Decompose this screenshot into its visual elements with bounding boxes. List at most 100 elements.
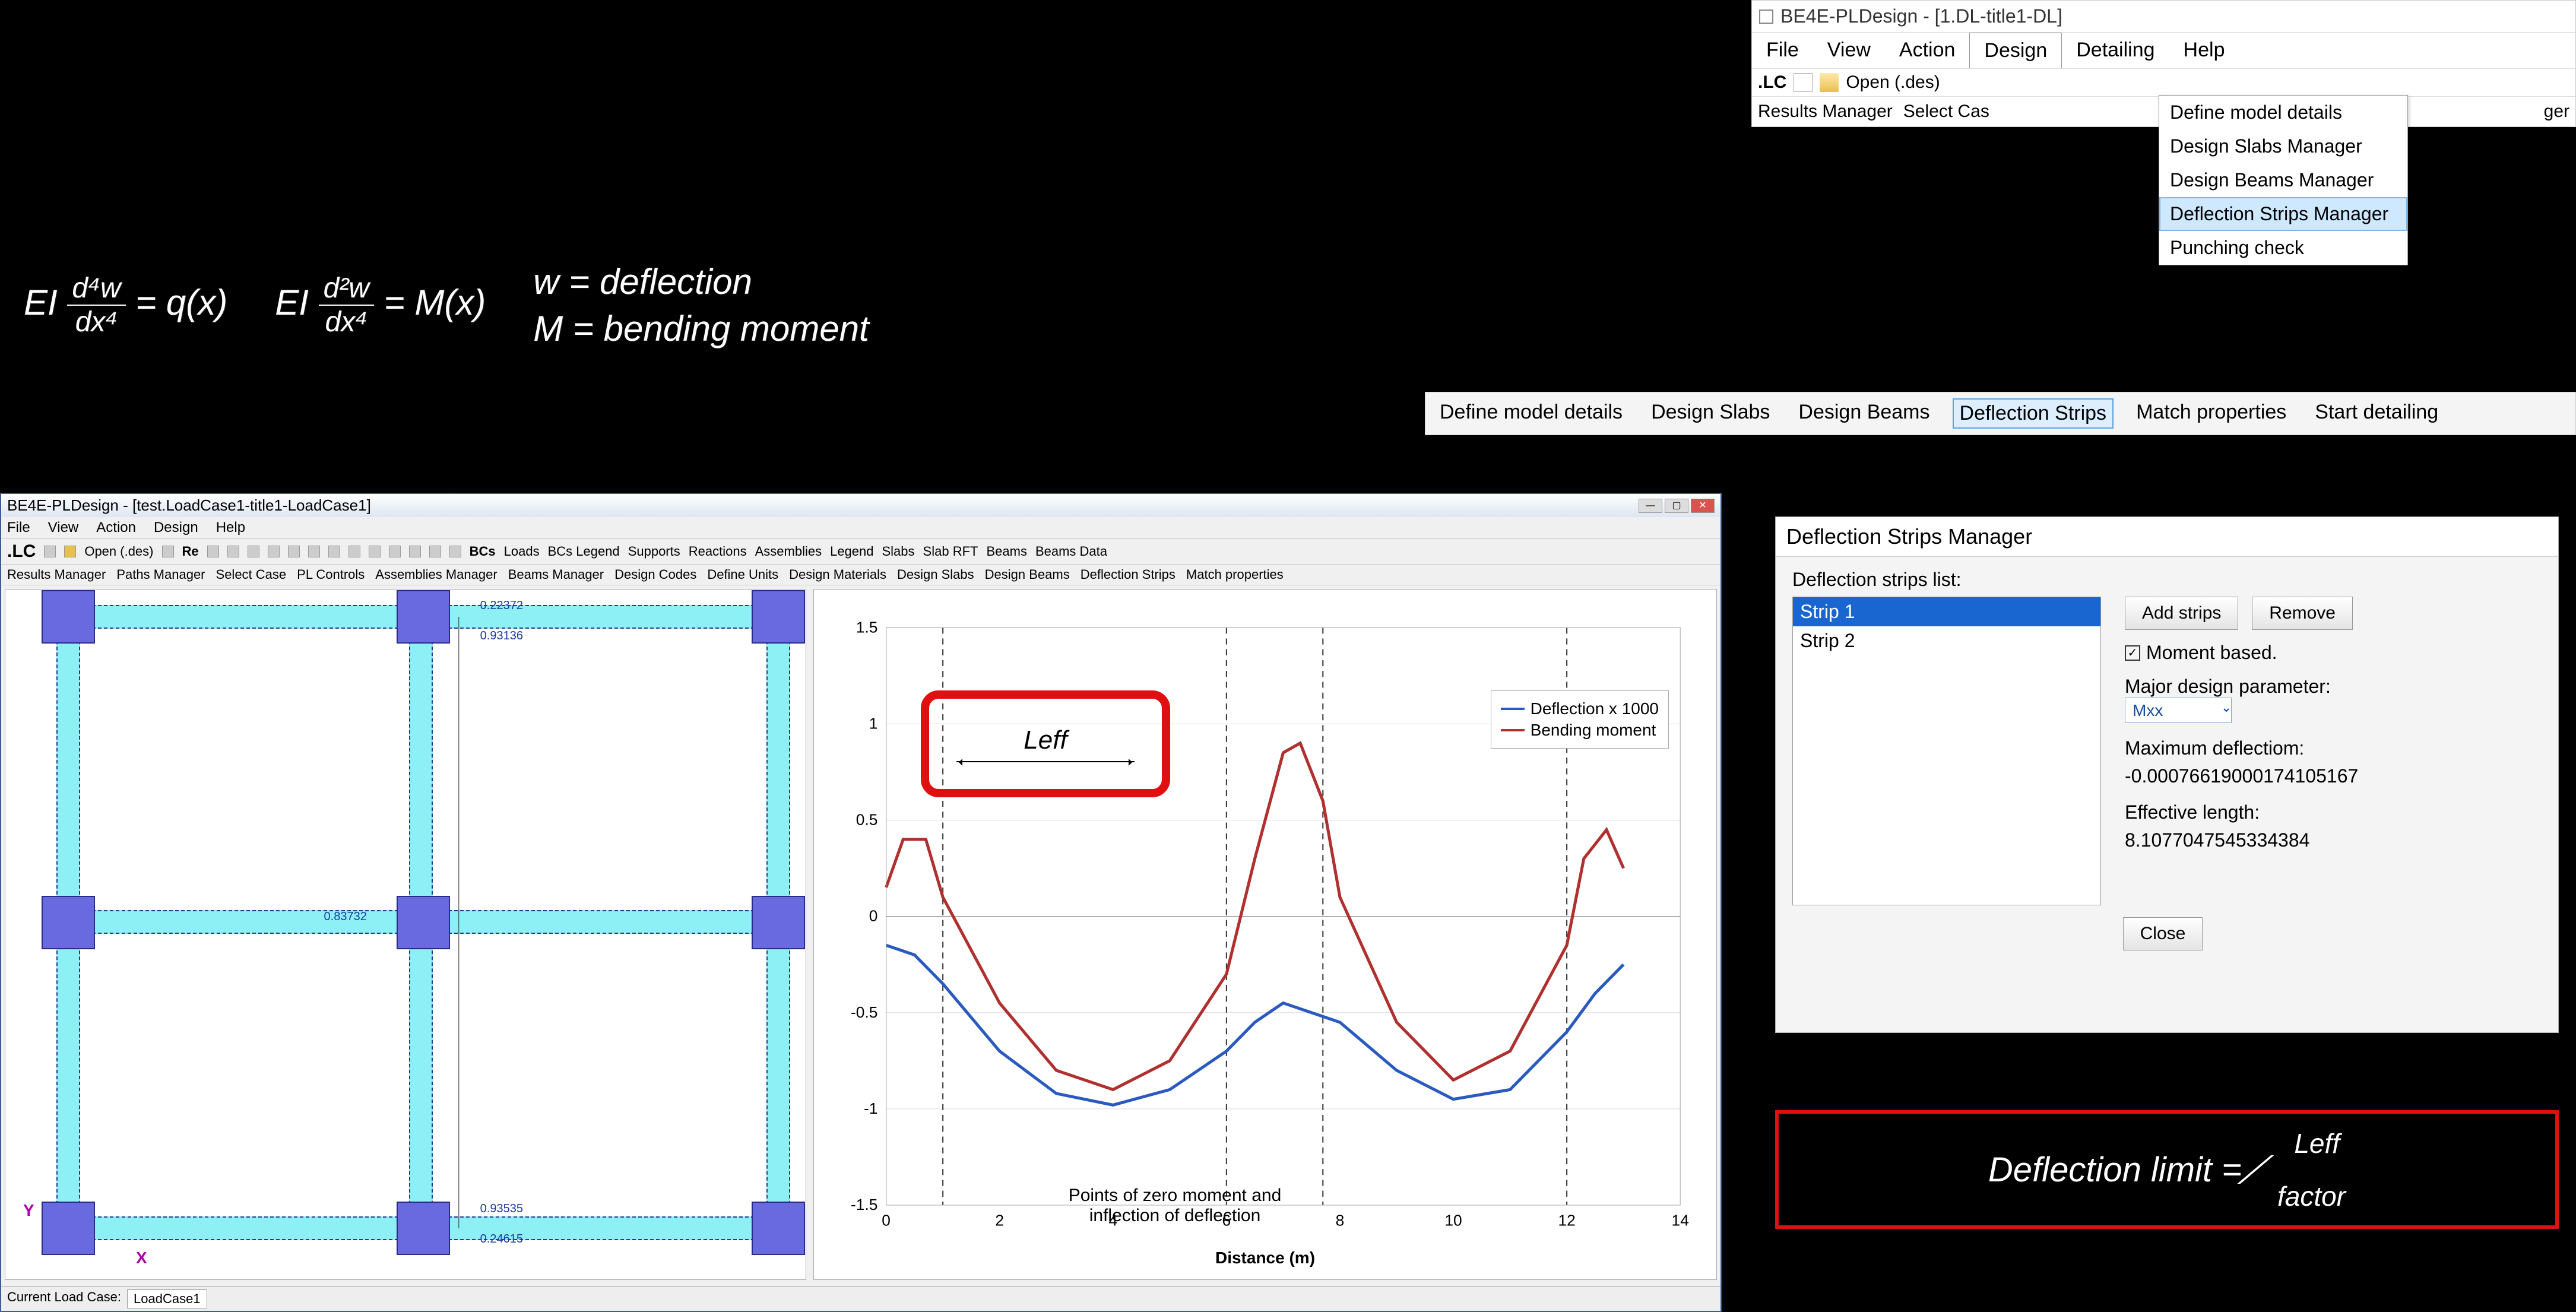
toolbar-item[interactable]: BCs Legend [548, 544, 620, 559]
tool-icon[interactable] [369, 546, 381, 557]
equation-panel: EI d⁴wdx⁴ = q(x) EI d²wdx⁴ = M(x) w = de… [24, 261, 869, 349]
dropdown-item[interactable]: Design Slabs Manager [2159, 129, 2407, 163]
tool-icon[interactable] [162, 546, 174, 557]
node-value: 0.24615 [480, 1232, 523, 1246]
menu-help[interactable]: Help [2169, 33, 2239, 68]
legend-swatch [1501, 729, 1525, 731]
toolbar-item[interactable]: Assemblies [755, 544, 822, 559]
tab-item[interactable]: Deflection Strips [1953, 398, 2114, 429]
tool-icon[interactable] [429, 546, 441, 557]
svg-text:1: 1 [869, 714, 878, 732]
toolbar-item[interactable]: Design Slabs [897, 567, 974, 582]
list-item[interactable]: Strip 2 [1793, 626, 2100, 655]
open-folder-icon[interactable] [64, 546, 76, 557]
tab-item[interactable]: Start detailing [2309, 398, 2444, 429]
zoom-fit-icon[interactable] [248, 546, 259, 557]
zoom-in-icon[interactable] [207, 546, 219, 557]
toolbar-item[interactable]: Design Beams [985, 567, 1070, 582]
add-strips-button[interactable]: Add strips [2125, 597, 2238, 630]
tool-icon[interactable] [328, 546, 340, 557]
toolbar-item[interactable]: Reactions [689, 544, 747, 559]
close-button[interactable]: ✕ [1691, 499, 1715, 513]
results-manager-button[interactable]: Results Manager [1758, 102, 1893, 122]
toolbar-item[interactable]: Loads [504, 544, 540, 559]
tool-icon[interactable] [348, 546, 360, 557]
dropdown-item[interactable]: Deflection Strips Manager [2159, 197, 2407, 231]
re-button[interactable]: Re [182, 544, 199, 559]
open-des-button[interactable]: Open (.des) [1846, 72, 1940, 93]
toolbar-item[interactable]: Beams Manager [508, 567, 604, 582]
zoom-out-icon[interactable] [227, 546, 239, 557]
toolbar-item[interactable]: PL Controls [297, 567, 365, 582]
major-param-select[interactable]: Mxx [2125, 698, 2232, 723]
menu-file[interactable]: File [1752, 33, 1813, 68]
app-canvas: 0.22372 0.93136 0.83732 0.93535 0.24615 … [1, 585, 1720, 1284]
toolbar-item[interactable]: Slab RFT [923, 544, 978, 559]
dropdown-item[interactable]: Design Beams Manager [2159, 163, 2407, 197]
window-controls: — ▢ ✕ [1639, 499, 1715, 513]
svg-text:-0.5: -0.5 [851, 1003, 877, 1021]
legend-label: Bending moment [1531, 721, 1656, 740]
toolbar-item[interactable]: Beams [986, 544, 1026, 559]
tool-icon[interactable] [389, 546, 401, 557]
open-folder-icon[interactable] [1820, 73, 1839, 92]
list-item[interactable]: Strip 1 [1793, 597, 2100, 626]
tool-icon[interactable] [308, 546, 320, 557]
svg-text:-1: -1 [864, 1099, 877, 1117]
chart-legend: Deflection x 1000 Bending moment [1491, 690, 1669, 749]
x-axis-label: X [136, 1248, 147, 1267]
pan-icon[interactable] [268, 546, 280, 557]
bcs-button[interactable]: BCs [470, 544, 496, 559]
menu-design[interactable]: Design [1969, 33, 2062, 68]
moment-based-checkbox[interactable]: ✓ Moment based. [2125, 642, 2542, 664]
svg-text:1.5: 1.5 [856, 618, 878, 636]
new-file-icon[interactable] [44, 546, 56, 557]
design-dropdown: Define model detailsDesign Slabs Manager… [2159, 95, 2408, 265]
menu-help[interactable]: Help [216, 519, 245, 536]
tool-icon[interactable] [449, 546, 461, 557]
grid-icon[interactable] [288, 546, 300, 557]
toolbar-item[interactable]: Deflection Strips [1081, 567, 1175, 582]
toolbar-item[interactable]: Legend [830, 544, 873, 559]
toolbar-item[interactable]: Beams Data [1035, 544, 1107, 559]
toolbar-item[interactable]: Paths Manager [116, 567, 205, 582]
menu-action[interactable]: Action [1885, 33, 1970, 68]
maximize-button[interactable]: ▢ [1665, 499, 1688, 513]
legend-row: Bending moment [1501, 721, 1659, 740]
menu-view[interactable]: View [1813, 33, 1885, 68]
toolbar-item[interactable]: Assemblies Manager [375, 567, 497, 582]
menu-detailing[interactable]: Detailing [2062, 33, 2169, 68]
open-des-button[interactable]: Open (.des) [84, 544, 153, 559]
menu-file[interactable]: File [7, 519, 30, 536]
toolbar-item[interactable]: Slabs [882, 544, 915, 559]
structural-plan-view[interactable]: 0.22372 0.93136 0.83732 0.93535 0.24615 … [5, 589, 806, 1280]
strips-listbox[interactable]: Strip 1Strip 2 [1792, 597, 2101, 905]
toolbar-item[interactable]: Select Case [216, 567, 287, 582]
toolbar-item[interactable]: Design Codes [614, 567, 696, 582]
design-menu-window: BE4E-PLDesign - [1.DL-title1-DL] FileVie… [1751, 0, 2576, 127]
dropdown-item[interactable]: Punching check [2159, 231, 2407, 265]
toolbar-item[interactable]: Design Materials [789, 567, 886, 582]
toolbar-row-1: .LC Open (.des) Define model detailsDesi… [1752, 69, 2575, 97]
menu-view[interactable]: View [48, 519, 79, 536]
lc-label: .LC [1758, 72, 1786, 93]
tab-item[interactable]: Define model details [1434, 398, 1628, 429]
toolbar-item[interactable]: Match properties [1186, 567, 1284, 582]
menu-action[interactable]: Action [96, 519, 136, 536]
toolbar-item[interactable]: Results Manager [7, 567, 106, 582]
minimize-button[interactable]: — [1639, 499, 1662, 513]
tool-icon[interactable] [409, 546, 421, 557]
dropdown-item[interactable]: Define model details [2159, 96, 2407, 129]
close-button[interactable]: Close [2123, 917, 2203, 950]
toolbar-item[interactable]: Define Units [707, 567, 778, 582]
remove-button[interactable]: Remove [2252, 597, 2353, 630]
tab-item[interactable]: Design Slabs [1645, 398, 1776, 429]
toolbar-item[interactable]: Supports [628, 544, 680, 559]
tab-item[interactable]: Design Beams [1792, 398, 1935, 429]
menu-design[interactable]: Design [154, 519, 198, 536]
strips-list-label: Deflection strips list: [1792, 569, 2542, 591]
tab-item[interactable]: Match properties [2130, 398, 2292, 429]
select-case-button[interactable]: Select Cas [1903, 102, 1989, 122]
new-file-icon[interactable] [1794, 73, 1813, 92]
legend-row: Deflection x 1000 [1501, 699, 1659, 718]
